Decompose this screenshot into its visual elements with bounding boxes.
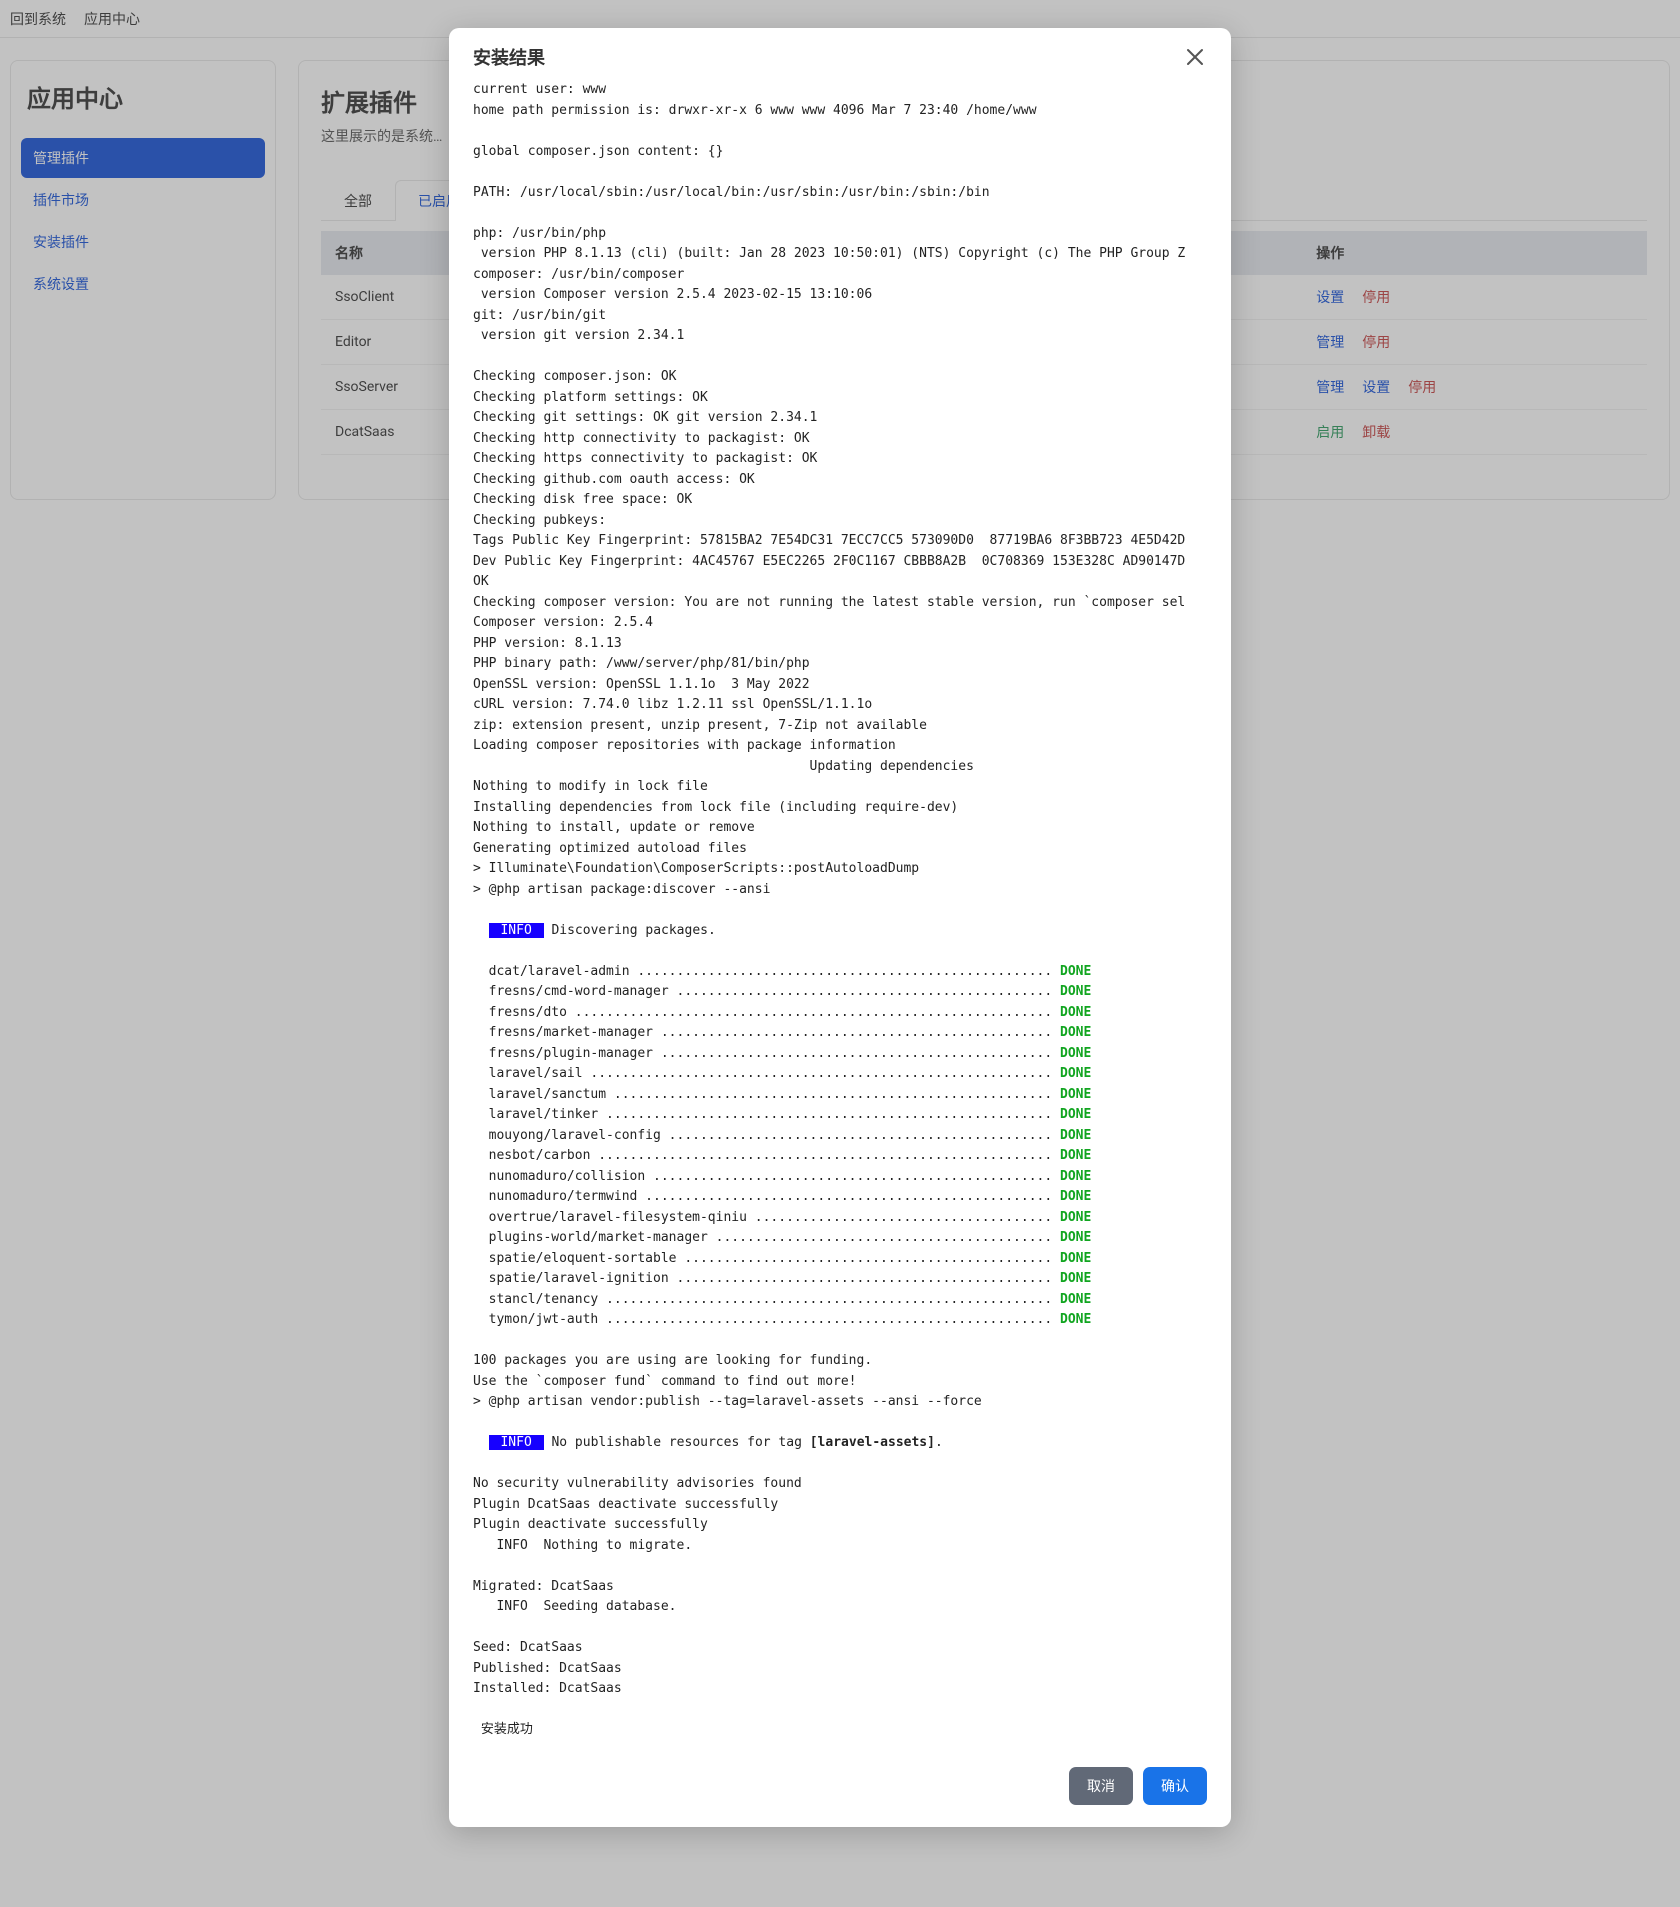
- close-icon[interactable]: [1183, 45, 1207, 69]
- install-result-modal: 安装结果 current user: www home path permiss…: [449, 28, 1231, 1827]
- modal-footer: 取消 确认: [449, 1753, 1231, 1827]
- install-log: current user: www home path permission i…: [473, 80, 1207, 1741]
- modal-header: 安装结果: [449, 28, 1231, 80]
- ok-button[interactable]: 确认: [1143, 1767, 1207, 1805]
- modal-title: 安装结果: [473, 44, 545, 70]
- modal-body: current user: www home path permission i…: [449, 80, 1231, 1753]
- cancel-button[interactable]: 取消: [1069, 1767, 1133, 1805]
